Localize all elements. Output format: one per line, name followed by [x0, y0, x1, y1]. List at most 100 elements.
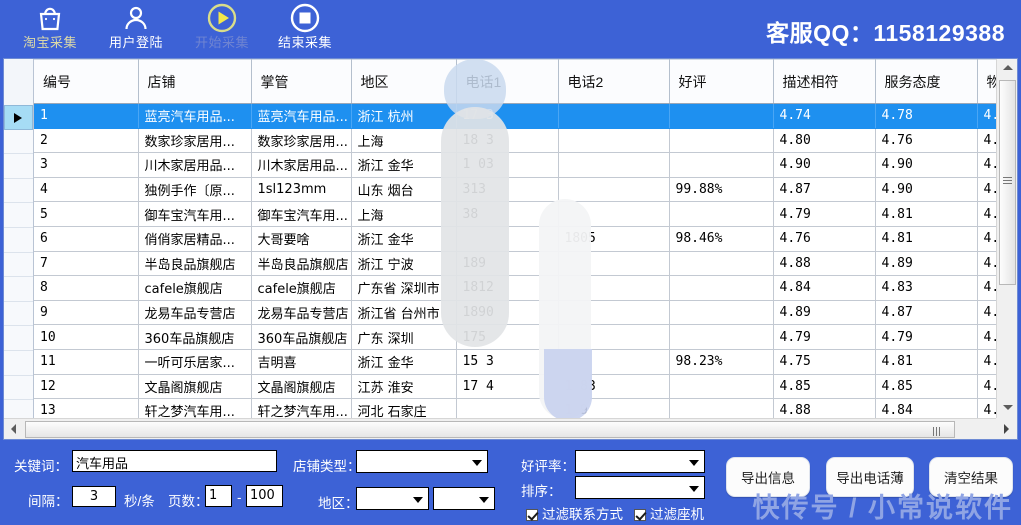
- cell-phone2[interactable]: [558, 349, 670, 375]
- column-header-1[interactable]: 店铺: [138, 59, 252, 104]
- cell-region[interactable]: 江苏 淮安: [351, 374, 457, 400]
- cell-owner[interactable]: 大哥要啥: [251, 226, 352, 252]
- cell-owner[interactable]: cafele旗舰店: [251, 275, 352, 301]
- region-province-select[interactable]: [356, 487, 429, 510]
- page-from-input[interactable]: 1: [205, 485, 232, 507]
- cell-logistics[interactable]: 4.77: [977, 128, 996, 154]
- cell-phone1[interactable]: 1 03: [456, 152, 559, 178]
- cell-praise[interactable]: 98.23%: [669, 349, 774, 375]
- cell-shop[interactable]: 数家珍家居用...: [138, 128, 252, 154]
- cell-desc[interactable]: 4.79: [773, 324, 876, 350]
- cell-phone1[interactable]: 18 3: [456, 128, 559, 154]
- cell-region[interactable]: 浙江 金华: [351, 152, 457, 178]
- table-row[interactable]: 2数家珍家居用...数家珍家居用...上海18 34.804.764.77: [34, 128, 996, 154]
- column-header-2[interactable]: 掌管: [251, 59, 352, 104]
- row-indicator[interactable]: [4, 252, 33, 278]
- cell-id[interactable]: 3: [34, 152, 139, 178]
- cell-praise[interactable]: [669, 398, 774, 418]
- cell-phone2[interactable]: 1 9: [558, 398, 670, 418]
- cell-service[interactable]: 4.81: [875, 201, 978, 227]
- scroll-left-arrow[interactable]: [4, 419, 23, 440]
- cell-phone2[interactable]: [558, 128, 670, 154]
- cell-phone1[interactable]: 175: [456, 324, 559, 350]
- cell-phone2[interactable]: [558, 201, 670, 227]
- cell-region[interactable]: 广东 深圳: [351, 324, 457, 350]
- cell-logistics[interactable]: 4.85: [977, 374, 996, 400]
- cell-shop[interactable]: cafele旗舰店: [138, 275, 252, 301]
- cell-phone2[interactable]: [558, 300, 670, 326]
- cell-praise[interactable]: [669, 152, 774, 178]
- cell-logistics[interactable]: 4.84: [977, 324, 996, 350]
- cell-phone2[interactable]: [558, 177, 670, 203]
- region-city-select[interactable]: [433, 487, 495, 510]
- cell-owner[interactable]: 龙易车品专营店: [251, 300, 352, 326]
- cell-owner[interactable]: 1sl123mm: [251, 177, 352, 203]
- cell-region[interactable]: 浙江 宁波: [351, 251, 457, 277]
- cell-id[interactable]: 11: [34, 349, 139, 375]
- cell-logistics[interactable]: 4.81: [977, 226, 996, 252]
- cell-service[interactable]: 4.90: [875, 177, 978, 203]
- cell-region[interactable]: 浙江 金华: [351, 349, 457, 375]
- cell-phone1[interactable]: 1812: [456, 275, 559, 301]
- row-indicator[interactable]: [4, 301, 33, 327]
- interval-input[interactable]: 3: [72, 486, 116, 507]
- cell-id[interactable]: 5: [34, 201, 139, 227]
- table-row[interactable]: 9龙易车品专营店龙易车品专营店浙江省 台州市18904.894.874.88: [34, 300, 996, 326]
- column-header-7[interactable]: 描述相符: [773, 59, 876, 104]
- cell-owner[interactable]: 御车宝汽车用...: [251, 201, 352, 227]
- cell-phone1[interactable]: 17 4: [456, 374, 559, 400]
- cell-service[interactable]: 4.85: [875, 374, 978, 400]
- cell-shop[interactable]: 蓝亮汽车用品...: [138, 103, 252, 129]
- cell-owner[interactable]: 半岛良品旗舰店: [251, 251, 352, 277]
- scroll-down-arrow[interactable]: [997, 399, 1018, 418]
- praise-rate-select[interactable]: [575, 450, 705, 473]
- cell-desc[interactable]: 4.90: [773, 152, 876, 178]
- cell-phone2[interactable]: [558, 275, 670, 301]
- cell-region[interactable]: 上海: [351, 128, 457, 154]
- cell-region[interactable]: 河北 石家庄: [351, 398, 457, 418]
- cell-desc[interactable]: 4.88: [773, 398, 876, 418]
- export-phonebook-button[interactable]: 导出电话薄: [826, 457, 914, 497]
- cell-shop[interactable]: 独例手作〔原...: [138, 177, 252, 203]
- cell-shop[interactable]: 龙易车品专营店: [138, 300, 252, 326]
- cell-praise[interactable]: [669, 201, 774, 227]
- row-indicator[interactable]: [4, 277, 33, 302]
- cell-phone1[interactable]: 15 3: [456, 349, 559, 375]
- cell-shop[interactable]: 御车宝汽车用...: [138, 201, 252, 227]
- cell-service[interactable]: 4.81: [875, 226, 978, 252]
- cell-shop[interactable]: 川木家居用品...: [138, 152, 252, 178]
- cell-service[interactable]: 4.90: [875, 152, 978, 178]
- cell-id[interactable]: 7: [34, 251, 139, 277]
- cell-phone2[interactable]: [558, 152, 670, 178]
- cell-praise[interactable]: 98.46%: [669, 226, 774, 252]
- table-row[interactable]: 10360车品旗舰店360车品旗舰店广东 深圳1754.794.794.84: [34, 324, 996, 350]
- cell-service[interactable]: 4.83: [875, 275, 978, 301]
- table-row[interactable]: 4 独例手作〔原... 1sl123mm 山东 烟台 313 99.88% 4.87 4.9…: [34, 177, 996, 203]
- cell-service[interactable]: 4.78: [875, 103, 978, 129]
- cell-shop[interactable]: 文晶阁旗舰店: [138, 374, 252, 400]
- cell-desc[interactable]: 4.79: [773, 201, 876, 227]
- cell-id[interactable]: 10: [34, 324, 139, 350]
- table-row[interactable]: 1蓝亮汽车用品...蓝亮汽车用品...浙江 杭州17 34.744.784.80: [34, 103, 996, 129]
- cell-service[interactable]: 4.76: [875, 128, 978, 154]
- cell-phone1[interactable]: 1890: [456, 300, 559, 326]
- cell-desc[interactable]: 4.88: [773, 251, 876, 277]
- table-row[interactable]: 13轩之梦汽车用...轩之梦汽车用...河北 石家庄1 94.884.844.8…: [34, 398, 996, 418]
- shop-type-select[interactable]: [356, 450, 488, 473]
- table-row[interactable]: 5御车宝汽车用...御车宝汽车用...上海 384.794.814.82: [34, 201, 996, 227]
- row-indicator[interactable]: [4, 203, 33, 228]
- cell-region[interactable]: 广东省 深圳市: [351, 275, 457, 301]
- clear-results-button[interactable]: 清空结果: [929, 457, 1013, 497]
- cell-id[interactable]: 13: [34, 398, 139, 418]
- cell-praise[interactable]: [669, 275, 774, 301]
- column-header-6[interactable]: 好评: [669, 59, 774, 104]
- column-header-5[interactable]: 电话2: [558, 59, 670, 104]
- cell-praise[interactable]: [669, 128, 774, 154]
- cell-owner[interactable]: 文晶阁旗舰店: [251, 374, 352, 400]
- cell-logistics[interactable]: 4.91: [977, 177, 996, 203]
- cell-id[interactable]: 4: [34, 177, 139, 203]
- cell-desc[interactable]: 4.75: [773, 349, 876, 375]
- cell-praise[interactable]: [669, 374, 774, 400]
- scroll-up-arrow[interactable]: [997, 59, 1018, 78]
- cell-phone1[interactable]: 17 3: [456, 103, 559, 129]
